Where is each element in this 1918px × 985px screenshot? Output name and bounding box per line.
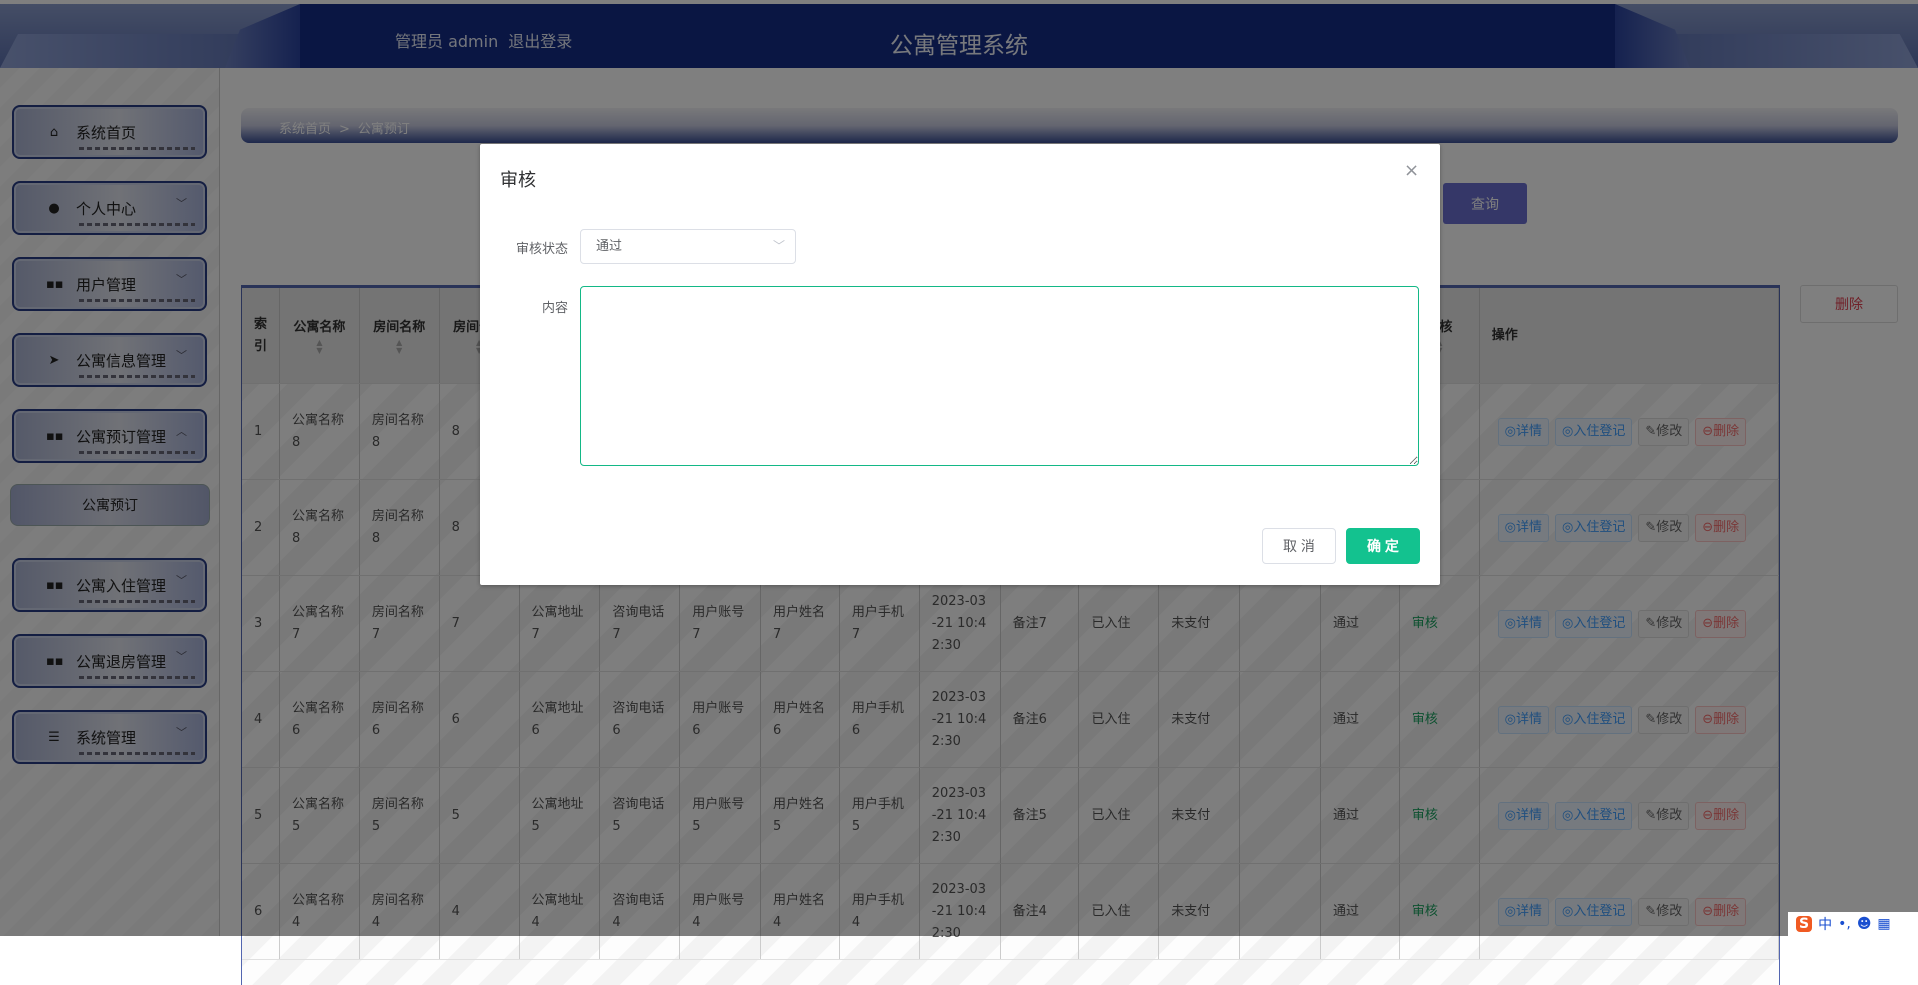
review-dialog: 审核 × 审核状态 通过 ﹀ 内容 取 消 确 定 <box>480 144 1440 585</box>
sogou-logo-icon: S <box>1796 916 1813 932</box>
ime-punct-icon[interactable]: •, <box>1838 916 1851 932</box>
chevron-down-icon: ﹀ <box>772 239 785 253</box>
status-select-value: 通过 <box>596 239 623 254</box>
status-label: 审核状态 <box>515 242 568 257</box>
content-textarea[interactable] <box>580 286 1419 466</box>
ime-lang[interactable]: 中 <box>1818 914 1832 934</box>
dialog-title: 审核 <box>500 170 536 191</box>
status-select[interactable]: 通过 ﹀ <box>580 229 796 264</box>
content-label: 内容 <box>541 301 568 316</box>
ime-toolbar[interactable]: S 中 •, ☻ ▦ <box>1788 912 1918 936</box>
ime-keyboard-icon[interactable]: ▦ <box>1877 916 1890 932</box>
ime-emoji-icon[interactable]: ☻ <box>1857 916 1872 932</box>
confirm-button[interactable]: 确 定 <box>1346 528 1420 564</box>
close-icon[interactable]: × <box>1404 160 1419 181</box>
cancel-button[interactable]: 取 消 <box>1262 528 1336 564</box>
